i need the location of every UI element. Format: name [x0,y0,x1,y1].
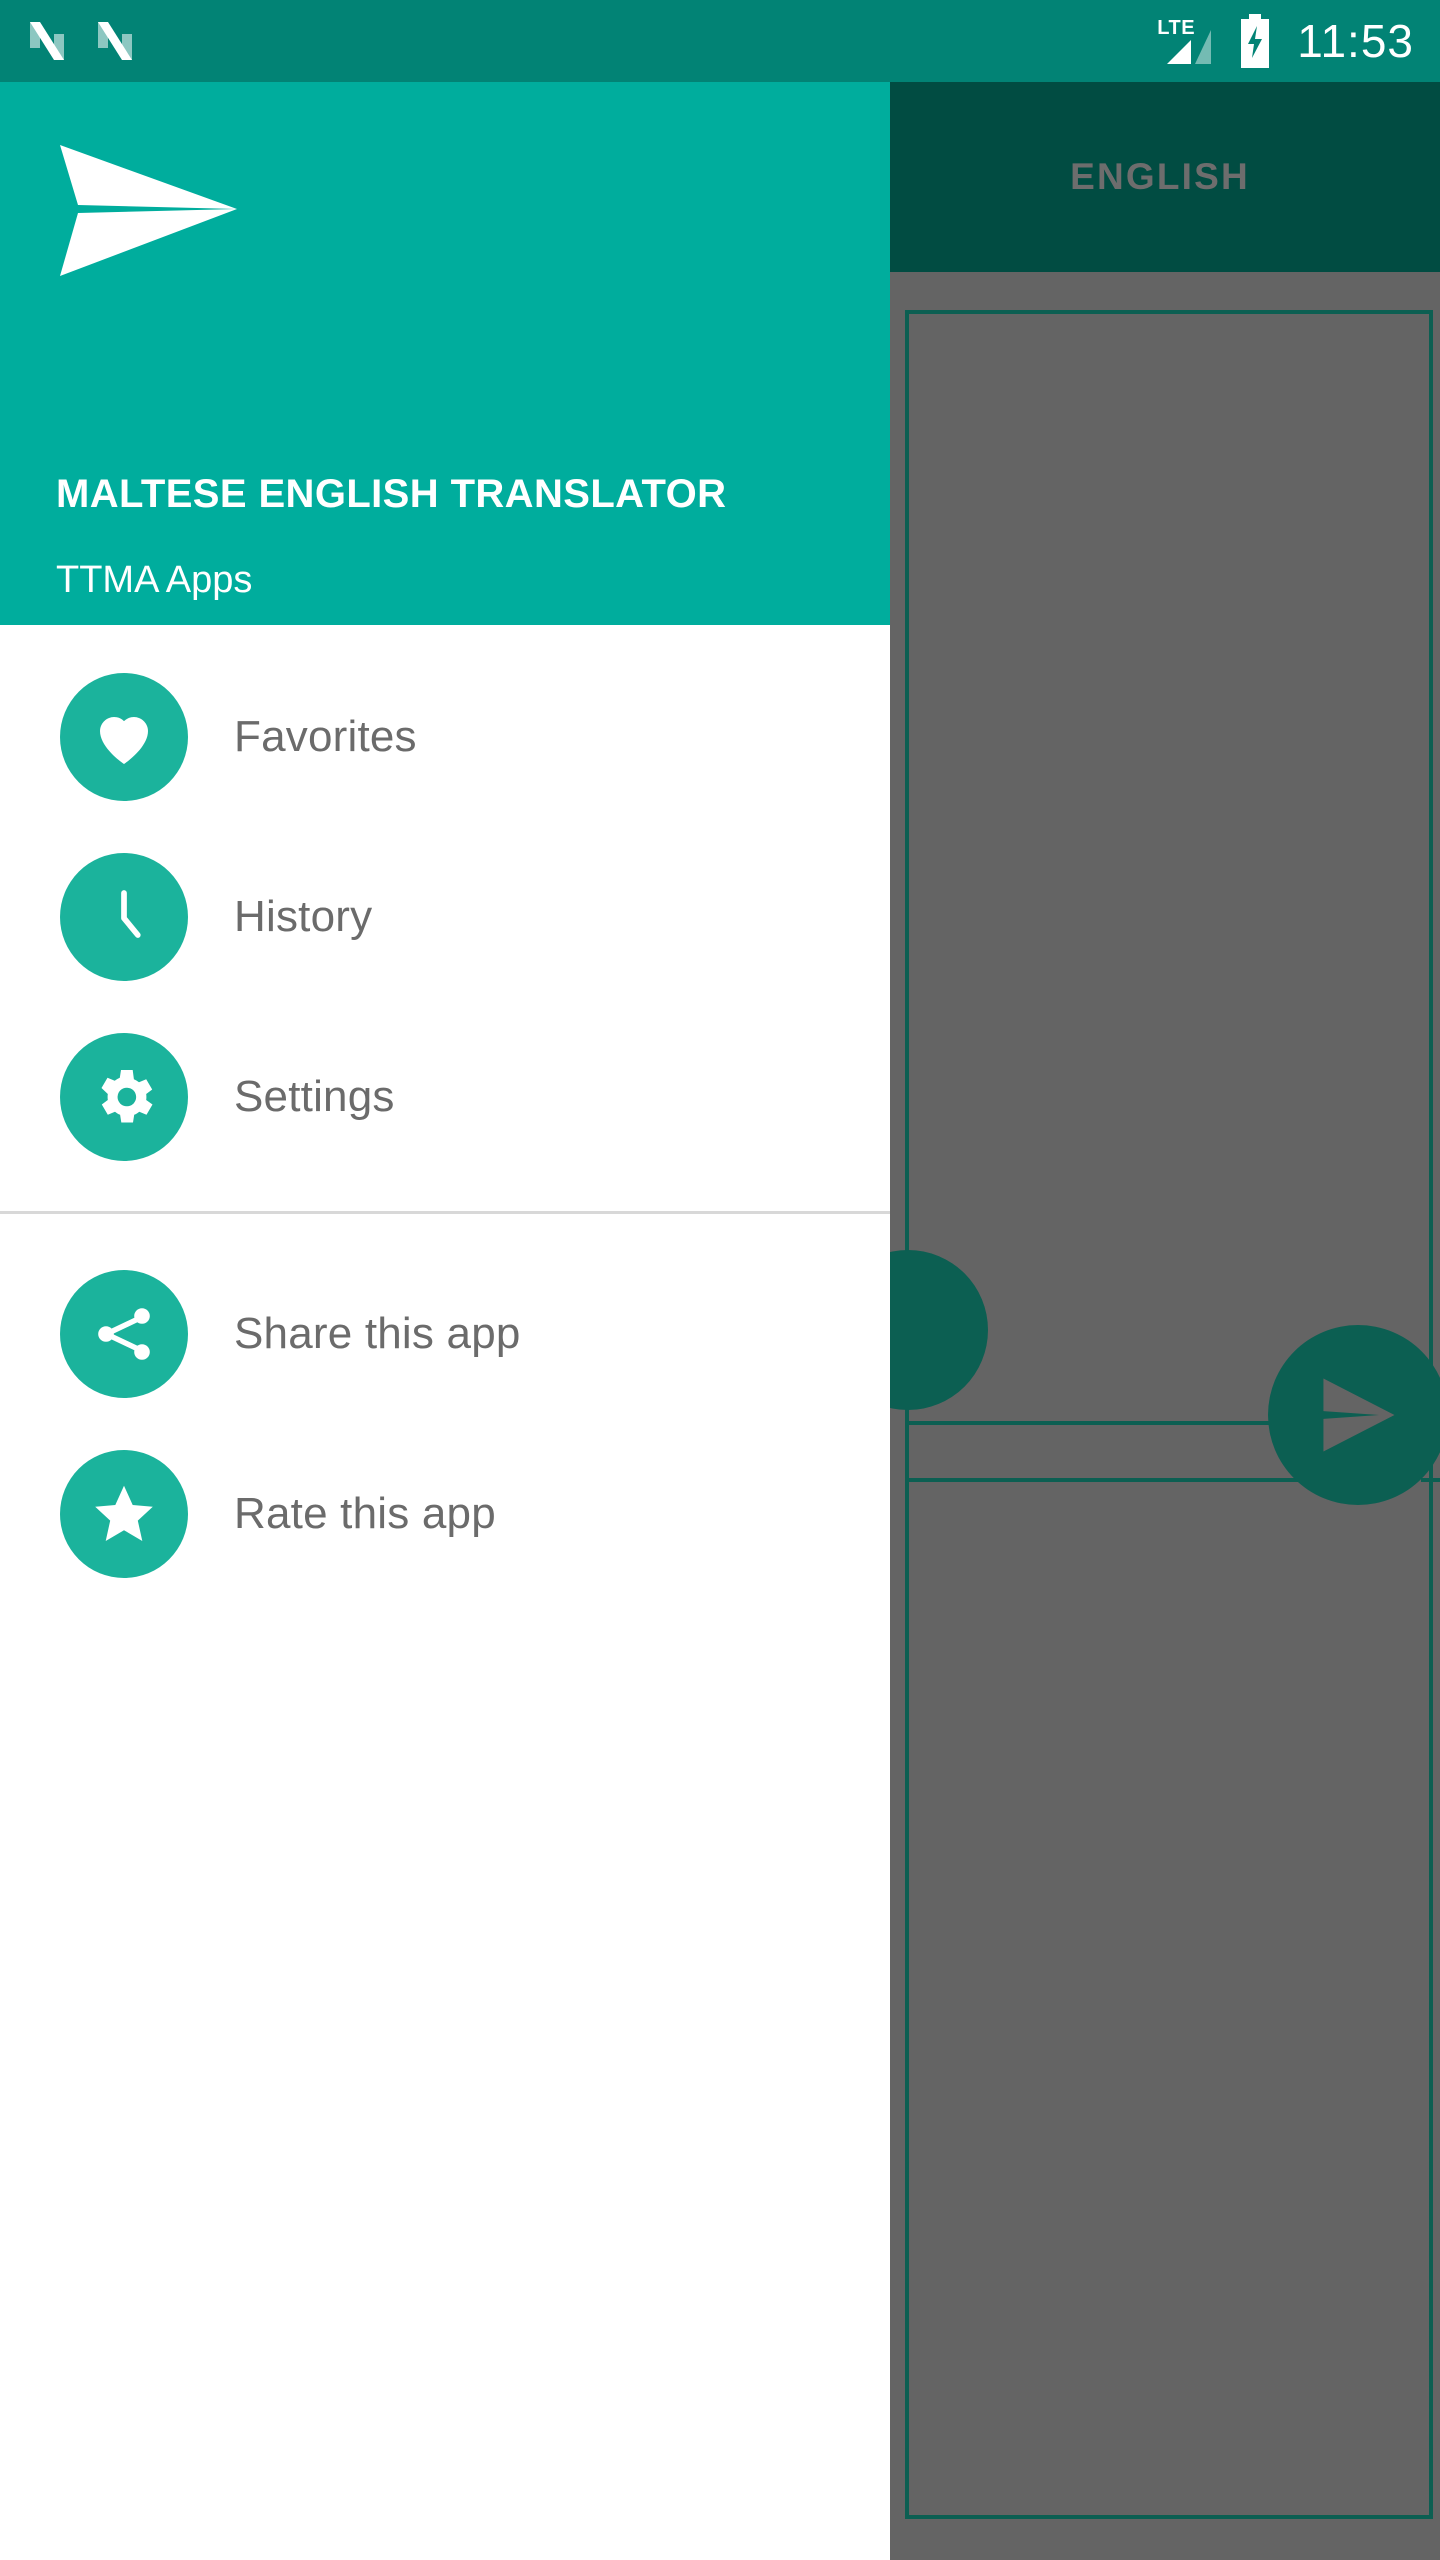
send-icon [1323,1378,1395,1452]
gear-icon [60,1033,188,1161]
sidebar-item-label: Rate this app [234,1489,496,1538]
sidebar-item-label: Favorites [234,712,417,761]
android-n-icon [98,22,132,60]
send-button[interactable] [1268,1325,1440,1505]
drawer-subtitle: TTMA Apps [56,559,253,601]
sidebar-item-share-app[interactable]: Share this app [0,1244,890,1424]
drawer-secondary-menu: Share this app Rate this app [0,1244,890,1604]
sidebar-item-history[interactable]: History [0,827,890,1007]
sidebar-item-settings[interactable]: Settings [0,1007,890,1187]
panel-right-edge-bottom [1421,1478,1440,1482]
status-clock: 11:53 [1297,15,1414,67]
android-n-icon [30,22,64,60]
signal-triangle-icon: LTE [1157,16,1213,66]
status-bar: LTE 11:53 [0,0,1440,82]
sidebar-item-label: Share this app [234,1309,521,1358]
drawer-title: MALTESE ENGLISH TRANSLATOR [56,472,727,516]
paper-plane-logo-icon [60,145,237,276]
phone-screen: ENGLISH MALTESE ENGLISH TRANSLATOR TTMA … [0,0,1440,2560]
drawer-header: MALTESE ENGLISH TRANSLATOR TTMA Apps [0,82,890,625]
navigation-drawer: MALTESE ENGLISH TRANSLATOR TTMA Apps Fav… [0,82,890,2560]
share-icon [60,1270,188,1398]
menu-divider [0,1211,890,1214]
sidebar-item-label: Settings [234,1072,395,1121]
drawer-primary-menu: Favorites History Settings [0,625,890,1187]
battery-charging-icon [1241,14,1270,68]
status-notifications [26,18,136,64]
source-text-panel[interactable] [905,310,1433,1429]
target-text-panel[interactable] [905,1425,1433,2519]
clock-icon [60,853,188,981]
heart-icon [60,673,188,801]
sidebar-item-rate-app[interactable]: Rate this app [0,1424,890,1604]
network-type-label: LTE [1157,17,1196,39]
tab-english[interactable]: ENGLISH [880,82,1440,272]
status-indicators: LTE 11:53 [1157,12,1414,70]
star-icon [60,1450,188,1578]
sidebar-item-label: History [234,892,373,941]
sidebar-item-favorites[interactable]: Favorites [0,647,890,827]
panel-divider-bottom [905,1478,1335,1482]
